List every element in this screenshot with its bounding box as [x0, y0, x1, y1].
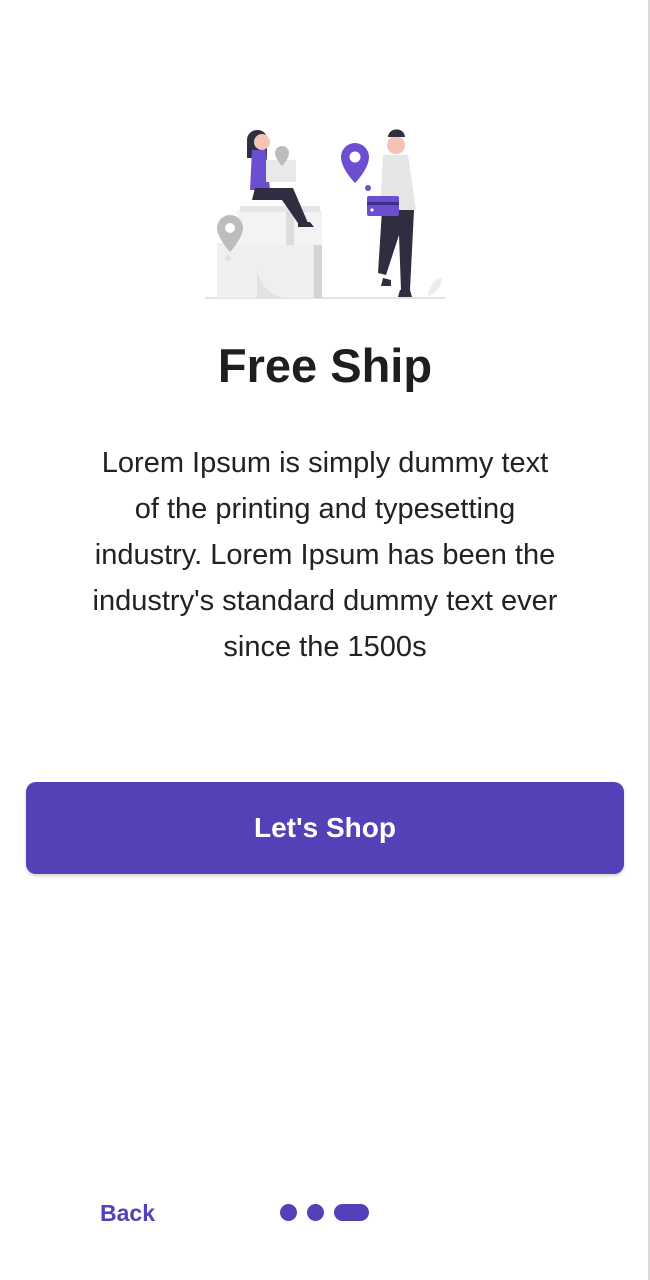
description-line: Lorem Ipsum is simply dummy text — [101, 447, 549, 479]
description-line: of the printing and typesetting — [134, 493, 516, 525]
description-line: industry. Lorem Ipsum has been the — [94, 539, 556, 571]
page-title: Free Ship — [217, 339, 433, 392]
back-button[interactable]: Back — [100, 1198, 155, 1228]
page-dot-2[interactable] — [307, 1203, 324, 1221]
large-box — [217, 243, 322, 298]
package-icon — [367, 196, 399, 216]
page-dot-3-active[interactable] — [334, 1203, 369, 1221]
standing-person-figure — [367, 129, 416, 297]
page-indicator — [280, 1203, 369, 1221]
lets-shop-button[interactable]: Let's Shop — [26, 782, 624, 874]
page-dot-1[interactable] — [280, 1203, 297, 1221]
onboarding-screen: Free Ship Lorem Ipsum is simply dummy te… — [0, 0, 650, 1280]
location-pin-icon — [341, 143, 371, 191]
description-text: Lorem Ipsum is simply dummy text of the … — [55, 440, 595, 670]
description-line: industry's standard dummy text ever — [92, 585, 558, 617]
leaf-icon — [428, 277, 442, 296]
delivery-illustration — [205, 129, 445, 299]
description-line: since the 1500s — [223, 631, 427, 663]
middle-box — [237, 210, 322, 245]
